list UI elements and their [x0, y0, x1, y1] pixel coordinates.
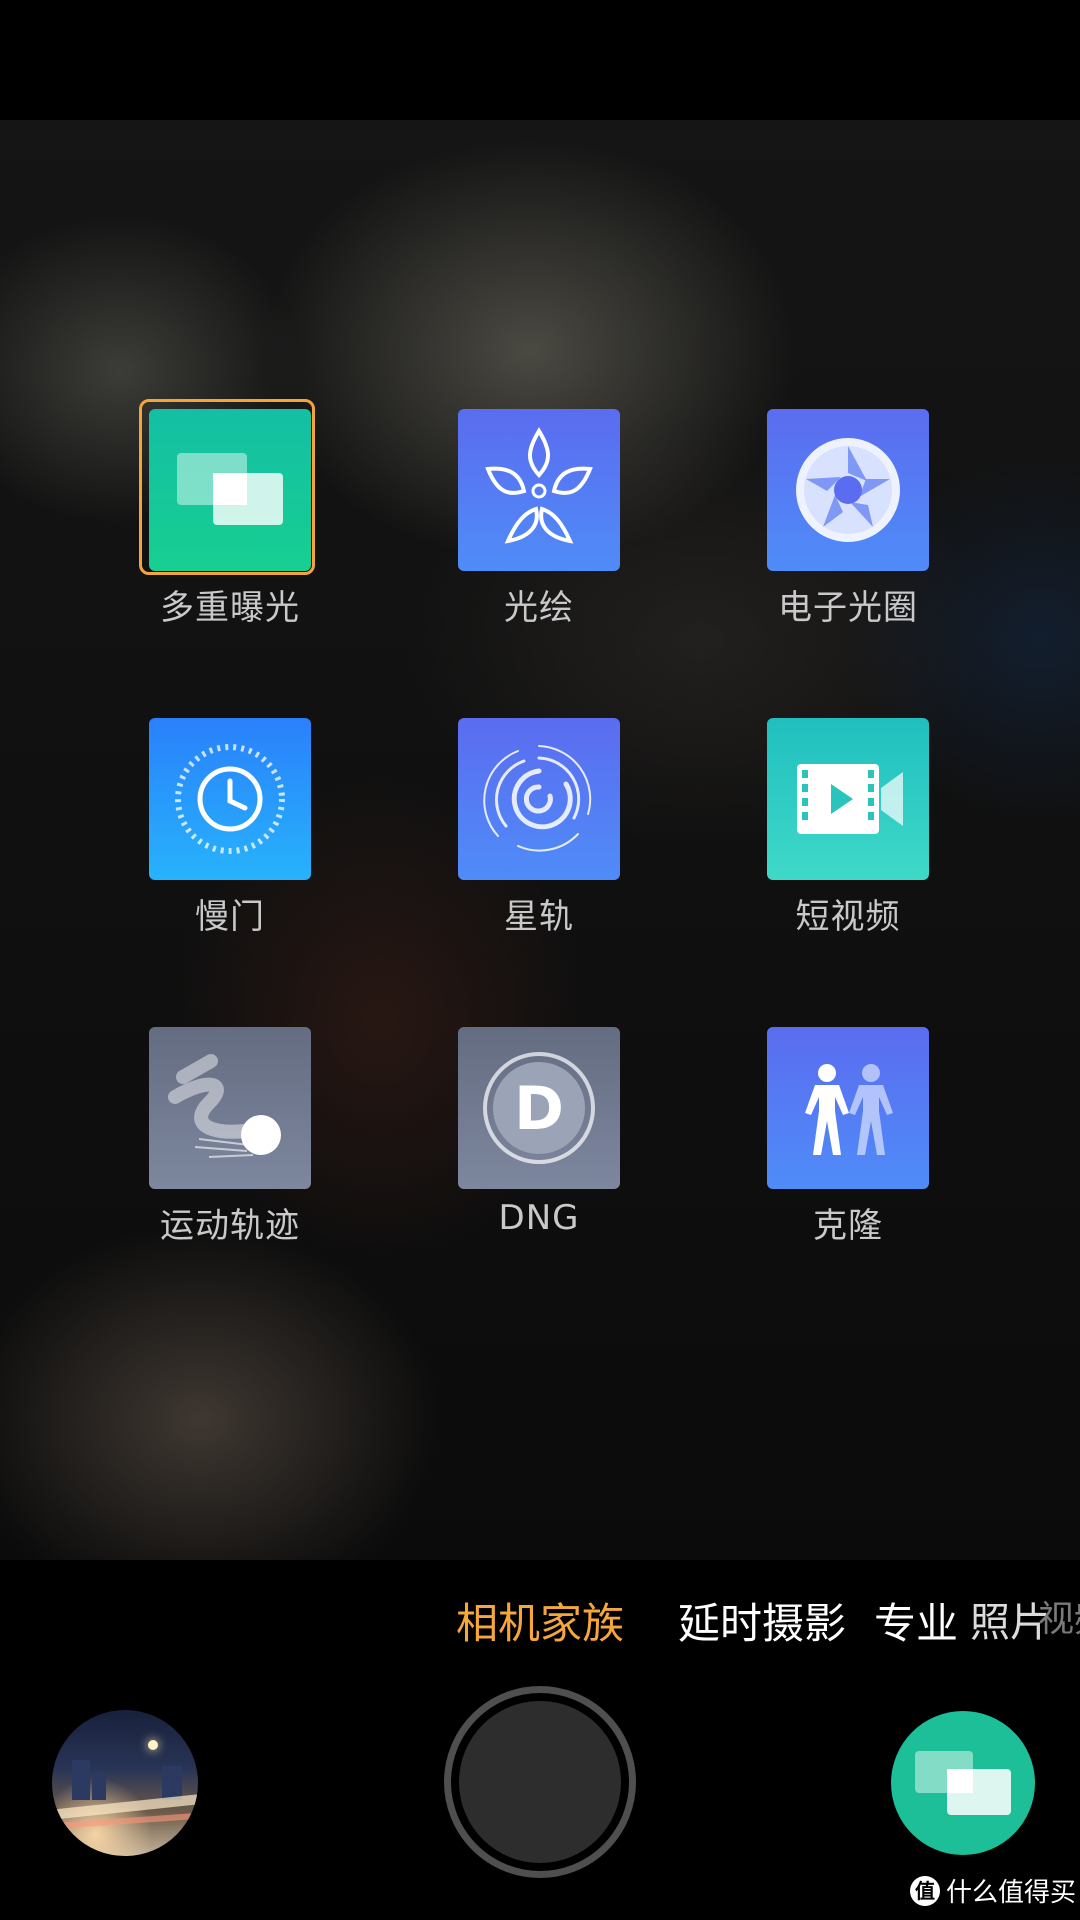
current-mode-button[interactable]	[891, 1711, 1035, 1855]
gallery-thumbnail[interactable]	[52, 1710, 198, 1856]
mode-star-trail[interactable]: 星轨	[439, 699, 639, 959]
mode-label: 光绘	[504, 588, 574, 628]
mode-multi-exposure[interactable]: 多重曝光	[130, 390, 330, 650]
short-video-icon	[767, 718, 929, 880]
thumbnail-streetlight	[148, 1740, 158, 1750]
star-trail-icon	[458, 718, 620, 880]
tab-video[interactable]: 视频	[1038, 1590, 1080, 1642]
mode-aperture[interactable]: 电子光圈	[748, 390, 948, 650]
slow-shutter-icon	[149, 718, 311, 880]
aperture-icon	[767, 409, 929, 571]
dng-icon: D	[458, 1027, 620, 1189]
mode-slow-shutter[interactable]: 慢门	[130, 699, 330, 959]
thumbnail-building	[162, 1766, 182, 1800]
multi-exposure-icon	[915, 1751, 1011, 1815]
multi-exposure-icon	[149, 409, 311, 571]
mode-label: 运动轨迹	[160, 1206, 300, 1246]
shutter-inner	[459, 1701, 621, 1863]
mode-grid: 多重曝光 光绘 电子光圈 慢门 星轨 短视频 运动轨迹 D DNG 克隆	[0, 120, 1080, 1560]
mode-short-video[interactable]: 短视频	[748, 699, 948, 959]
mode-label: 克隆	[813, 1206, 883, 1246]
mode-tabs: 相机家族 延时摄影 专业 照片 视频	[0, 1590, 1080, 1650]
tab-timelapse[interactable]: 延时摄影	[678, 1590, 846, 1651]
thumbnail-building	[72, 1760, 90, 1800]
watermark-text: 什么值得买	[946, 1878, 1077, 1908]
mode-label: 电子光圈	[778, 588, 918, 628]
clone-icon	[767, 1027, 929, 1189]
camera-viewfinder: 多重曝光 光绘 电子光圈 慢门 星轨 短视频 运动轨迹 D DNG 克隆	[0, 120, 1080, 1560]
watermark: 值什么值得买	[910, 1872, 1076, 1912]
mode-label: 星轨	[504, 897, 574, 937]
mode-clone[interactable]: 克隆	[748, 1008, 948, 1268]
mode-dng[interactable]: D DNG	[439, 1008, 639, 1268]
light-painting-icon	[458, 409, 620, 571]
mode-label: 慢门	[195, 897, 265, 937]
mode-label: 多重曝光	[160, 588, 300, 628]
mode-motion-trail[interactable]: 运动轨迹	[130, 1008, 330, 1268]
watermark-badge: 值	[910, 1875, 940, 1906]
top-bar	[0, 0, 1080, 120]
tab-pro[interactable]: 专业	[874, 1590, 958, 1651]
shutter-button[interactable]	[444, 1686, 636, 1878]
mode-light-painting[interactable]: 光绘	[439, 390, 639, 650]
mode-label: 短视频	[795, 897, 901, 937]
tab-camera-family[interactable]: 相机家族	[456, 1590, 624, 1651]
thumbnail-building	[92, 1772, 106, 1800]
svg-text:D: D	[514, 1074, 564, 1144]
motion-trail-icon	[149, 1027, 311, 1189]
mode-label: DNG	[498, 1198, 580, 1238]
